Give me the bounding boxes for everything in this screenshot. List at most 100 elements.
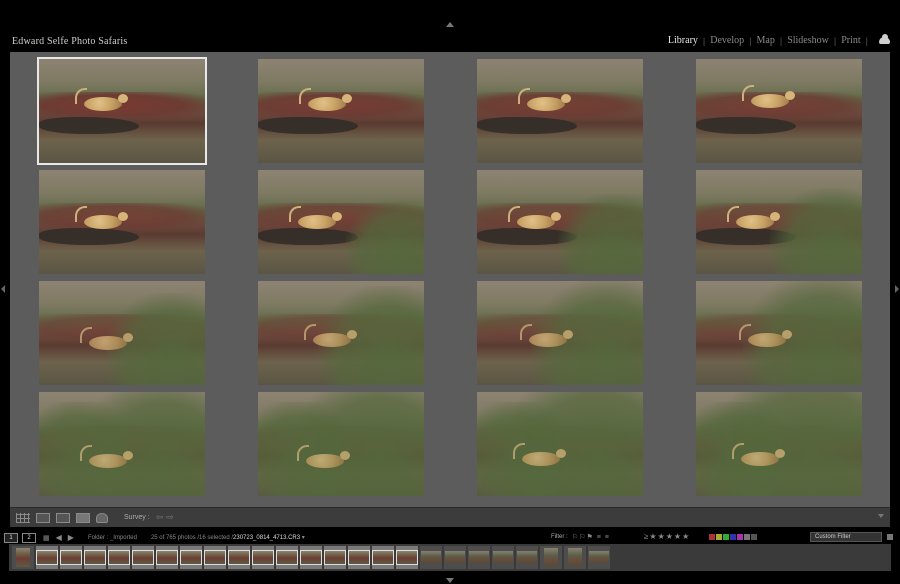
nav-forward-icon[interactable]: ▶ <box>68 533 74 542</box>
filmstrip-thumbnail[interactable] <box>516 546 538 569</box>
survey-photo[interactable] <box>39 281 205 385</box>
survey-photo[interactable] <box>37 57 207 165</box>
library-toolbar: Survey : ⇦⇨ <box>10 507 890 527</box>
photo-image <box>258 392 424 496</box>
filmstrip <box>9 544 891 571</box>
right-panel-toggle[interactable] <box>895 285 899 293</box>
photo-image <box>477 59 643 163</box>
filmstrip-thumbnail[interactable] <box>540 546 562 569</box>
filmstrip-thumbnail[interactable] <box>84 546 106 569</box>
color-label-swatch[interactable] <box>737 534 743 540</box>
survey-photo[interactable] <box>39 392 205 496</box>
filmstrip-thumbnail[interactable] <box>132 546 154 569</box>
filmstrip-thumbnail[interactable] <box>228 546 250 569</box>
top-panel-toggle[interactable] <box>446 22 454 27</box>
primary-screen-button[interactable]: 1 <box>4 532 18 543</box>
thumbnail-image <box>36 550 58 565</box>
survey-photo[interactable] <box>258 170 424 274</box>
filmstrip-thumbnail[interactable] <box>276 546 298 569</box>
filmstrip-thumbnail[interactable] <box>180 546 202 569</box>
filmstrip-thumbnail[interactable] <box>108 546 130 569</box>
survey-photo[interactable] <box>258 281 424 385</box>
filmstrip-thumbnail[interactable] <box>564 546 586 569</box>
survey-photo[interactable] <box>258 59 424 163</box>
photo-leopard <box>739 324 792 347</box>
survey-view-icon[interactable] <box>76 512 90 523</box>
photo-image <box>477 281 643 385</box>
secondary-screen-button[interactable]: 2 <box>22 532 36 543</box>
source-folder[interactable]: Folder : _Imported <box>88 535 137 541</box>
photo-image <box>258 170 424 274</box>
module-print[interactable]: Print <box>840 35 861 46</box>
survey-photo[interactable] <box>696 392 862 496</box>
survey-photo[interactable] <box>477 170 643 274</box>
color-label-swatch[interactable] <box>751 534 757 540</box>
filmstrip-thumbnail[interactable] <box>420 546 442 569</box>
thumbnail-image <box>469 551 489 564</box>
color-label-swatch[interactable] <box>716 534 722 540</box>
filmstrip-thumbnail[interactable] <box>372 546 394 569</box>
grid-view-icon[interactable] <box>16 512 30 523</box>
photo-image <box>696 170 862 274</box>
filmstrip-thumbnail[interactable] <box>36 546 58 569</box>
thumbnail-image <box>84 550 106 565</box>
photo-leopard <box>299 88 352 111</box>
survey-photo[interactable] <box>477 281 643 385</box>
survey-photo[interactable] <box>696 281 862 385</box>
filmstrip-thumbnail[interactable] <box>204 546 226 569</box>
module-slideshow[interactable]: Slideshow <box>786 35 830 46</box>
left-panel-toggle[interactable] <box>1 285 5 293</box>
module-separator: | <box>833 35 837 46</box>
grid-mode-icon[interactable]: ▦ <box>43 534 50 542</box>
cloud-sync-icon[interactable] <box>879 34 890 44</box>
photo-image <box>696 392 862 496</box>
filmstrip-thumbnail[interactable] <box>60 546 82 569</box>
flag-filter-icons[interactable]: ⚐⚐⚑ ≡ ≡ <box>572 533 610 541</box>
thumbnail-image <box>300 550 322 565</box>
filmstrip-thumbnail[interactable] <box>468 546 490 569</box>
color-label-swatch[interactable] <box>723 534 729 540</box>
module-develop[interactable]: Develop <box>709 35 745 46</box>
filmstrip-thumbnail[interactable] <box>252 546 274 569</box>
survey-photo[interactable] <box>477 392 643 496</box>
filmstrip-thumbnail[interactable] <box>348 546 370 569</box>
rating-filter-stars[interactable]: ≥★★★★★ <box>644 532 690 541</box>
survey-photo[interactable] <box>477 59 643 163</box>
compare-view-icon[interactable] <box>56 512 70 523</box>
color-label-swatch[interactable] <box>744 534 750 540</box>
filmstrip-thumbnail[interactable] <box>396 546 418 569</box>
module-map[interactable]: Map <box>756 35 776 46</box>
color-label-swatch[interactable] <box>730 534 736 540</box>
rotate-arrows-icon[interactable]: ⇦⇨ <box>156 512 177 523</box>
thumbnail-image <box>276 550 298 565</box>
people-view-icon[interactable] <box>96 512 108 523</box>
color-label-filter[interactable] <box>709 534 758 540</box>
thumbnail-image <box>60 550 82 565</box>
photo-puddle <box>39 117 139 134</box>
filmstrip-thumbnail[interactable] <box>12 546 34 569</box>
filmstrip-thumbnail[interactable] <box>324 546 346 569</box>
filmstrip-header: 1 2 ▦ ◀ ▶ Folder : _Imported 25 of 765 p… <box>0 531 900 544</box>
module-library[interactable]: Library <box>667 35 699 46</box>
thumbnail-image <box>589 551 609 564</box>
toolbar-menu-icon[interactable] <box>878 514 884 518</box>
thumbnail-image <box>517 551 537 564</box>
survey-photo[interactable] <box>696 170 862 274</box>
survey-photo[interactable] <box>39 170 205 274</box>
photo-image <box>258 281 424 385</box>
custom-filter-select[interactable]: Custom Filter <box>810 532 882 542</box>
color-label-swatch[interactable] <box>709 534 715 540</box>
photo-count[interactable]: 25 of 765 photos /16 selected /230723_08… <box>151 534 305 541</box>
bottom-panel-toggle[interactable] <box>446 578 454 583</box>
filmstrip-thumbnail[interactable] <box>156 546 178 569</box>
filmstrip-thumbnail[interactable] <box>444 546 466 569</box>
filmstrip-thumbnail[interactable] <box>492 546 514 569</box>
filmstrip-thumbnail[interactable] <box>588 546 610 569</box>
photo-leopard <box>732 443 785 466</box>
survey-photo[interactable] <box>258 392 424 496</box>
survey-photo[interactable] <box>696 59 862 163</box>
filmstrip-thumbnail[interactable] <box>300 546 322 569</box>
nav-back-icon[interactable]: ◀ <box>56 533 62 542</box>
filter-lock-icon[interactable] <box>887 534 893 540</box>
loupe-view-icon[interactable] <box>36 512 50 523</box>
